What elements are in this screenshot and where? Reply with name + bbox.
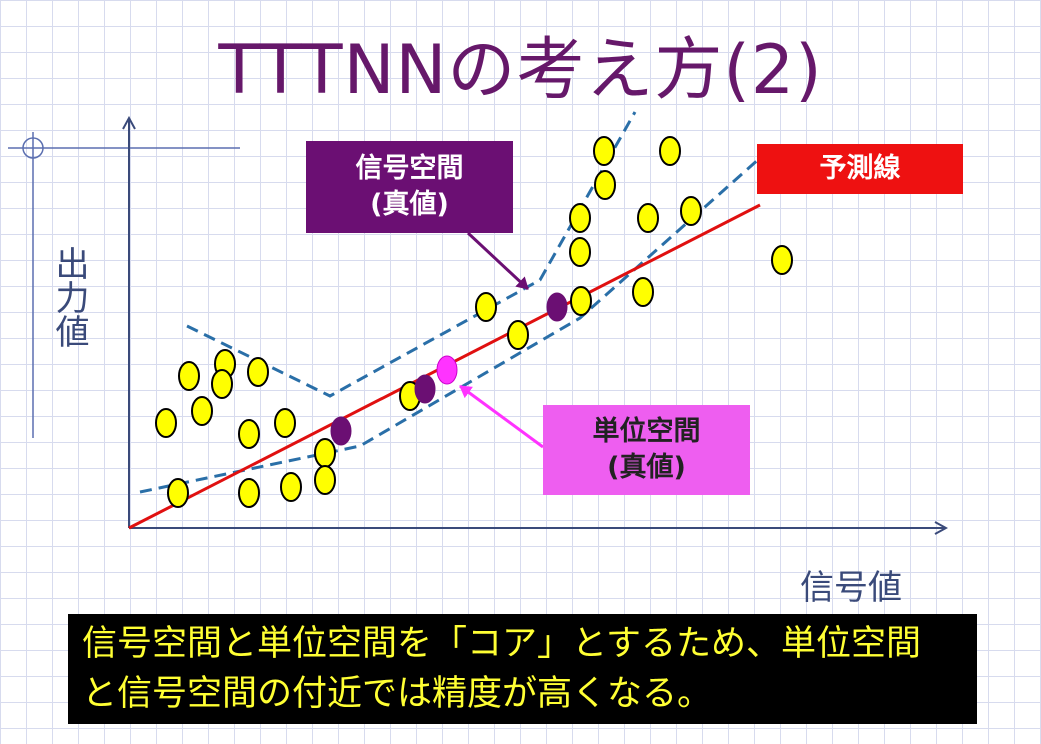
caption-line: と信号空間の付近では精度が高くなる。: [82, 674, 713, 714]
data-point: [314, 465, 336, 495]
data-point: [475, 292, 497, 322]
caption-line: 信号空間と単位空間を「コア」とするため、単位空間: [82, 624, 921, 664]
x-axis-label: 信号値: [800, 568, 902, 608]
data-point: [594, 170, 616, 200]
data-point: [771, 245, 793, 275]
data-point: [570, 286, 592, 316]
data-point: [632, 277, 654, 307]
unit-space-point: [436, 355, 458, 385]
data-point: [247, 357, 269, 387]
data-point: [211, 369, 233, 399]
data-point: [507, 320, 529, 350]
signal-space-arrow: [466, 231, 530, 291]
slide-decoration: [8, 132, 240, 438]
data-point: [280, 472, 302, 502]
data-point: [178, 361, 200, 391]
y-axis-label: 出力値: [49, 246, 89, 348]
data-point: [593, 136, 615, 166]
data-point: [680, 196, 702, 226]
data-point: [167, 478, 189, 508]
caption-box: 信号空間と単位空間を「コア」とするため、単位空間 と信号空間の付近では精度が高く…: [68, 614, 977, 724]
signal-space-label-text: 信号空間 (真値): [355, 153, 464, 220]
data-point: [191, 396, 213, 426]
data-point: [569, 237, 591, 267]
data-point: [274, 408, 296, 438]
data-point: [314, 438, 336, 468]
unit-space-arrow: [459, 384, 544, 449]
prediction-line-label: 予測線: [757, 144, 963, 194]
unit-space-label: 単位空間 (真値): [543, 405, 750, 495]
signal-space-point: [414, 374, 436, 404]
data-point: [637, 203, 659, 233]
data-point: [238, 419, 260, 449]
unit-space-label-text: 単位空間 (真値): [592, 416, 701, 483]
data-point: [238, 478, 260, 508]
data-point: [659, 136, 681, 166]
signal-space-point: [330, 416, 352, 446]
prediction-line-label-text: 予測線: [819, 153, 901, 184]
signal-space-label: 信号空間 (真値): [306, 141, 513, 233]
data-point: [569, 203, 591, 233]
data-point: [155, 408, 177, 438]
signal-space-point: [546, 292, 568, 322]
